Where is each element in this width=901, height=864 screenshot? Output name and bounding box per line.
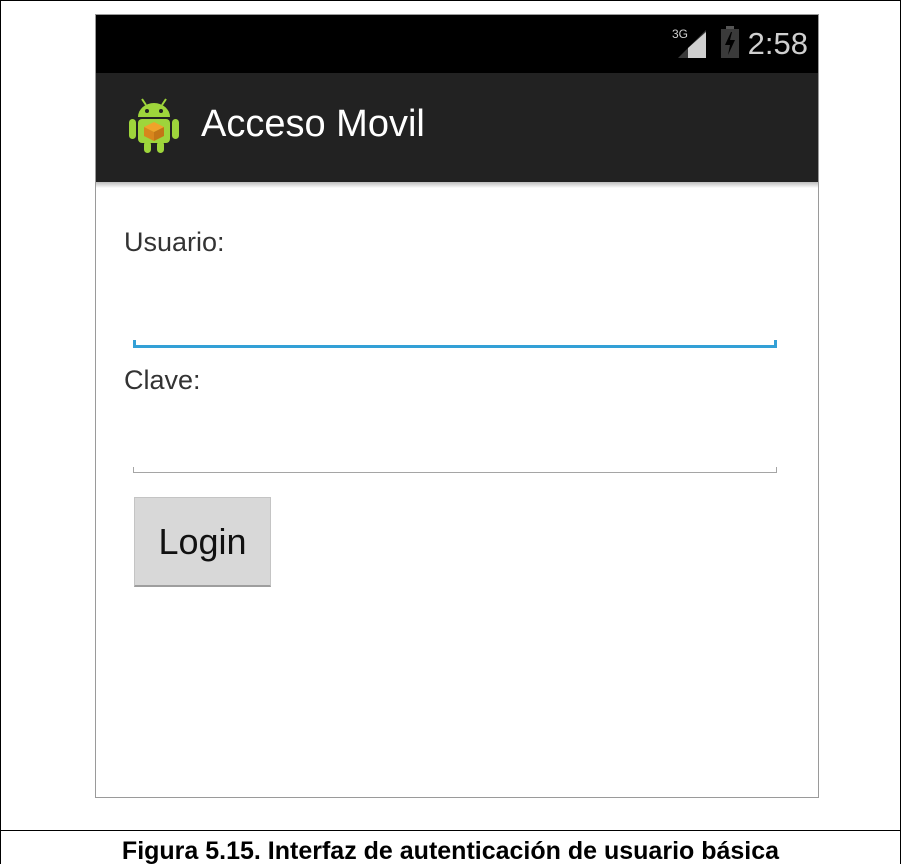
login-button[interactable]: Login [134, 497, 271, 587]
action-bar: Acceso Movil [96, 73, 818, 182]
android-app-icon [124, 95, 184, 155]
user-field-underline [133, 340, 777, 348]
user-label: Usuario: [124, 227, 225, 257]
action-bar-shadow [96, 182, 818, 188]
password-label: Clave: [124, 365, 201, 395]
battery-icon [720, 25, 740, 63]
status-bar: 3G 2:58 [96, 15, 818, 73]
status-icons: 3G 2:58 [672, 25, 808, 63]
clock: 2:58 [747, 26, 808, 61]
phone-screen: 3G 2:58 Acceso Movil Usuario: Clave: Log… [95, 14, 819, 798]
password-field-underline [133, 467, 777, 473]
app-title: Acceso Movil [201, 103, 425, 145]
signal-3g-icon: 3G [672, 26, 712, 63]
caption-area: Figura 5.15. Interfaz de autenticación d… [0, 830, 901, 864]
password-field[interactable] [132, 443, 780, 485]
figure-caption: Figura 5.15. Interfaz de autenticación d… [121, 837, 780, 864]
network-type-label: 3G [672, 27, 688, 41]
